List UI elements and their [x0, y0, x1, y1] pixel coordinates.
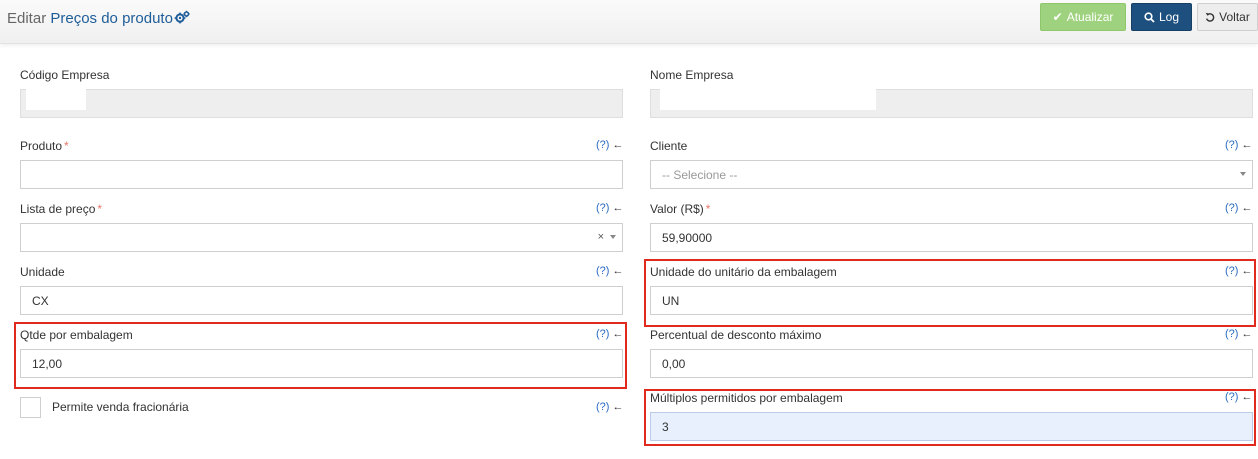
page-title: Editar Preços do produto [7, 10, 190, 27]
required-mark: * [64, 139, 69, 153]
unidade-input[interactable]: CX [20, 286, 623, 315]
percentual-desconto-help[interactable]: (?) ← [1225, 328, 1252, 340]
valor-help[interactable]: (?) ← [1225, 202, 1252, 214]
update-button[interactable]: ✔ Atualizar [1040, 3, 1126, 31]
multiplos-embalagem-input[interactable]: 3 [650, 412, 1253, 441]
qtde-embalagem-help[interactable]: (?) ← [596, 328, 623, 340]
unidade-unitario-label: Unidade do unitário da embalagem [650, 265, 837, 279]
arrow-left-icon: ← [1241, 328, 1253, 340]
unidade-help[interactable]: (?) ← [596, 265, 623, 277]
unidade-unitario-help[interactable]: (?) ← [1225, 265, 1252, 277]
unidade-label: Unidade [20, 265, 65, 279]
arrow-left-icon: ← [1241, 265, 1253, 277]
lista-preco-help[interactable]: (?) ← [596, 202, 623, 214]
arrow-left-icon: ← [1241, 391, 1253, 403]
required-mark: * [705, 202, 711, 216]
page-title-entity: Preços do produto [50, 10, 173, 27]
caret-down-icon [610, 235, 616, 239]
cliente-help[interactable]: (?) ← [1225, 139, 1252, 151]
required-mark: * [97, 202, 103, 216]
cliente-select-placeholder: -- Selecione -- [662, 167, 738, 182]
page-title-prefix: Editar [7, 10, 47, 27]
multiplos-embalagem-help[interactable]: (?) ← [1225, 391, 1252, 403]
back-button-label: Voltar [1219, 10, 1250, 24]
codigo-empresa-field [20, 89, 623, 118]
multiplos-embalagem-label: Múltiplos permitidos por embalagem [650, 391, 843, 405]
venda-fracionaria-help[interactable]: (?) ← [596, 401, 623, 413]
valor-input[interactable]: 59,90000 [650, 223, 1253, 252]
venda-fracionaria-label: Permite venda fracionária [52, 400, 189, 414]
percentual-desconto-input[interactable]: 0,00 [650, 349, 1253, 378]
qtde-embalagem-input[interactable]: 12,00 [20, 349, 623, 378]
produto-help[interactable]: (?) ← [596, 139, 623, 151]
codigo-empresa-redacted [26, 89, 86, 110]
arrow-left-icon: ← [612, 139, 624, 151]
arrow-left-icon: ← [612, 202, 624, 214]
check-icon: ✔ [1052, 10, 1063, 24]
unidade-unitario-input[interactable]: UN [650, 286, 1253, 315]
search-icon [1144, 11, 1155, 23]
back-button[interactable]: Voltar [1197, 3, 1258, 31]
caret-down-icon [1240, 172, 1246, 176]
nome-empresa-redacted [660, 89, 876, 110]
produto-input[interactable] [20, 160, 623, 189]
log-button-label: Log [1158, 10, 1180, 24]
valor-label: Valor (R$) * [650, 202, 711, 216]
log-button[interactable]: Log [1131, 3, 1192, 31]
lista-preco-select[interactable]: × [20, 223, 623, 252]
lista-preco-label: Lista de preço * [20, 202, 103, 216]
arrow-left-icon: ← [612, 401, 624, 413]
venda-fracionaria-checkbox[interactable] [20, 397, 41, 418]
cliente-select[interactable]: -- Selecione -- [650, 160, 1253, 189]
undo-icon [1205, 12, 1215, 22]
top-bar: Editar Preços do produto ✔ Atualizar Log [0, 0, 1258, 44]
gears-icon[interactable] [174, 10, 190, 24]
clear-icon[interactable]: × [598, 231, 604, 243]
arrow-left-icon: ← [612, 265, 624, 277]
produto-label: Produto * [20, 139, 69, 153]
arrow-left-icon: ← [1241, 139, 1253, 151]
codigo-empresa-label: Código Empresa [20, 68, 110, 82]
update-button-label: Atualizar [1066, 10, 1114, 24]
arrow-left-icon: ← [1241, 202, 1253, 214]
percentual-desconto-label: Percentual de desconto máximo [650, 328, 822, 342]
arrow-left-icon: ← [612, 328, 624, 340]
nome-empresa-label: Nome Empresa [650, 68, 734, 82]
qtde-embalagem-label: Qtde por embalagem [20, 328, 133, 342]
cliente-label: Cliente [650, 139, 688, 153]
